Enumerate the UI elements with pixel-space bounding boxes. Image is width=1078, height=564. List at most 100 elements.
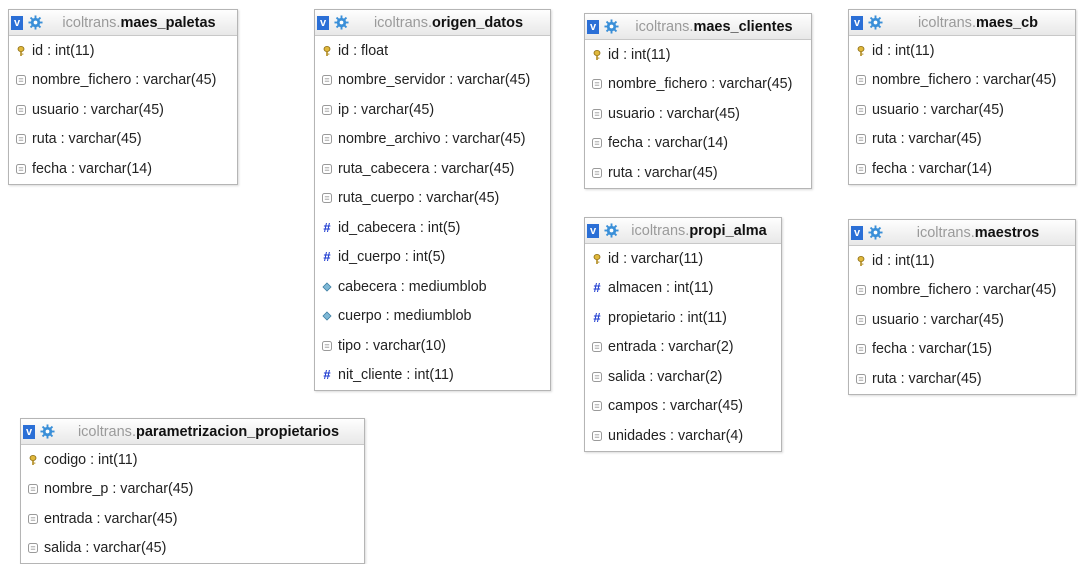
- column-row[interactable]: cuerpo : mediumblob: [315, 302, 550, 332]
- table-maestros[interactable]: v icoltrans.maestros id : int(11) nombre_fi…: [848, 219, 1076, 395]
- column-icon: [591, 167, 603, 179]
- column-icon: [15, 104, 27, 116]
- column-row[interactable]: usuario : varchar(45): [849, 95, 1075, 125]
- table-parametrizacion-propietarios[interactable]: v icoltrans.parametrizacion_propietariosc…: [20, 418, 365, 564]
- toggle-columns-button[interactable]: v: [587, 19, 599, 34]
- database-name: icoltrans: [917, 14, 972, 31]
- table-origen-datos[interactable]: v icoltrans.origen_datos id : float nombre_…: [314, 9, 551, 391]
- column-row[interactable]: nombre_fichero : varchar(45): [9, 66, 237, 96]
- column-row[interactable]: ruta_cabecera : varchar(45): [315, 154, 550, 184]
- table-maes-cb[interactable]: v icoltrans.maes_cbid : int(11) nombre_fic…: [848, 9, 1076, 185]
- column-row[interactable]: nombre_archivo : varchar(45): [315, 125, 550, 155]
- column-row[interactable]: cabecera : mediumblob: [315, 272, 550, 302]
- gear-icon[interactable]: [23, 15, 43, 30]
- table-maes-paletas[interactable]: v icoltrans.maes_paletas id : int(11) nombr…: [8, 9, 238, 185]
- column-row[interactable]: entrada : varchar(2): [585, 333, 781, 363]
- column-row[interactable]: fecha : varchar(15): [849, 335, 1075, 365]
- table-title: icoltrans.maes_clientes: [619, 19, 811, 35]
- table-maes-clientes[interactable]: v icoltrans.maes_clientesid : int(11) nomb…: [584, 13, 812, 189]
- column-row[interactable]: fecha : varchar(14): [585, 129, 811, 159]
- gear-icon[interactable]: [863, 15, 883, 30]
- numeric-icon: #: [593, 280, 601, 296]
- column-icon: [27, 513, 39, 525]
- gear-icon[interactable]: [35, 424, 55, 439]
- column-icon: [15, 133, 27, 145]
- column-label: usuario : varchar(45): [872, 101, 1004, 118]
- column-row[interactable]: ip : varchar(45): [315, 95, 550, 125]
- column-row[interactable]: # id_cuerpo : int(5): [315, 243, 550, 273]
- column-icon: [591, 137, 603, 149]
- column-row[interactable]: usuario : varchar(45): [9, 95, 237, 125]
- column-row[interactable]: ruta_cuerpo : varchar(45): [315, 184, 550, 214]
- table-header[interactable]: v icoltrans.parametrizacion_propietarios: [21, 419, 364, 445]
- primary-key-icon: [27, 454, 39, 466]
- column-row[interactable]: campos : varchar(45): [585, 392, 781, 422]
- numeric-icon: #: [593, 309, 601, 325]
- toggle-columns-button[interactable]: v: [23, 424, 35, 439]
- column-icon: [15, 74, 27, 86]
- table-propi-alma[interactable]: v icoltrans.propi_almaid : varchar(11) # al…: [584, 217, 782, 452]
- table-header[interactable]: v icoltrans.maes_cb: [849, 10, 1075, 36]
- table-header[interactable]: v icoltrans.maes_paletas: [9, 10, 237, 36]
- column-label: fecha : varchar(14): [872, 160, 992, 177]
- column-row[interactable]: salida : varchar(45): [21, 534, 364, 564]
- column-label: nombre_p : varchar(45): [44, 481, 194, 498]
- column-row[interactable]: id : int(11): [849, 36, 1075, 66]
- column-row[interactable]: usuario : varchar(45): [585, 99, 811, 129]
- column-row[interactable]: nombre_fichero : varchar(45): [585, 70, 811, 100]
- primary-key-icon: [855, 255, 867, 267]
- column-row[interactable]: entrada : varchar(45): [21, 504, 364, 534]
- column-row[interactable]: nombre_servidor : varchar(45): [315, 66, 550, 96]
- column-row[interactable]: ruta : varchar(45): [849, 125, 1075, 155]
- table-title: icoltrans.maes_cb: [883, 15, 1075, 31]
- column-row[interactable]: unidades : varchar(4): [585, 421, 781, 451]
- column-label: ruta_cuerpo : varchar(45): [338, 190, 500, 207]
- toggle-columns-button[interactable]: v: [587, 223, 599, 238]
- column-label: fecha : varchar(14): [608, 135, 728, 152]
- gear-icon[interactable]: [599, 223, 619, 238]
- column-row[interactable]: usuario : varchar(45): [849, 305, 1075, 335]
- table-title: icoltrans.parametrizacion_propietarios: [55, 424, 364, 440]
- column-label: usuario : varchar(45): [608, 105, 740, 122]
- column-row[interactable]: id : varchar(11): [585, 244, 781, 274]
- column-row[interactable]: id : int(11): [849, 246, 1075, 276]
- column-icon: [27, 542, 39, 554]
- column-row[interactable]: fecha : varchar(14): [849, 154, 1075, 184]
- toggle-columns-button[interactable]: v: [851, 15, 863, 30]
- column-row[interactable]: salida : varchar(2): [585, 362, 781, 392]
- primary-key-icon: [321, 45, 333, 57]
- column-icon: [321, 104, 333, 116]
- column-row[interactable]: nombre_fichero : varchar(45): [849, 276, 1075, 306]
- table-header[interactable]: v icoltrans.propi_alma: [585, 218, 781, 244]
- toggle-columns-button[interactable]: v: [11, 15, 23, 30]
- table-header[interactable]: v icoltrans.maes_clientes: [585, 14, 811, 40]
- column-row[interactable]: # almacen : int(11): [585, 274, 781, 304]
- table-header[interactable]: v icoltrans.origen_datos: [315, 10, 550, 36]
- gear-icon[interactable]: [599, 19, 619, 34]
- column-row[interactable]: tipo : varchar(10): [315, 331, 550, 361]
- column-label: salida : varchar(2): [608, 368, 723, 385]
- column-label: entrada : varchar(2): [608, 339, 734, 356]
- column-row[interactable]: id : int(11): [585, 40, 811, 70]
- column-row[interactable]: ruta : varchar(45): [585, 158, 811, 188]
- gear-icon[interactable]: [329, 15, 349, 30]
- column-row[interactable]: ruta : varchar(45): [9, 125, 237, 155]
- column-row[interactable]: id : float: [315, 36, 550, 66]
- table-title: icoltrans.propi_alma: [619, 223, 781, 239]
- gear-icon[interactable]: [863, 225, 883, 240]
- column-row[interactable]: nombre_fichero : varchar(45): [849, 66, 1075, 96]
- column-row[interactable]: ruta : varchar(45): [849, 364, 1075, 394]
- column-row[interactable]: # id_cabecera : int(5): [315, 213, 550, 243]
- column-row[interactable]: id : int(11): [9, 36, 237, 66]
- toggle-columns-button[interactable]: v: [851, 225, 863, 240]
- column-row[interactable]: # propietario : int(11): [585, 303, 781, 333]
- column-row[interactable]: nombre_p : varchar(45): [21, 475, 364, 505]
- column-row[interactable]: codigo : int(11): [21, 445, 364, 475]
- column-row[interactable]: fecha : varchar(14): [9, 154, 237, 184]
- column-label: cabecera : mediumblob: [338, 278, 487, 295]
- column-label: ruta : varchar(45): [872, 370, 982, 387]
- table-name: parametrizacion_propietarios: [135, 423, 340, 440]
- table-header[interactable]: v icoltrans.maestros: [849, 220, 1075, 246]
- column-row[interactable]: # nit_cliente : int(11): [315, 361, 550, 391]
- toggle-columns-button[interactable]: v: [317, 15, 329, 30]
